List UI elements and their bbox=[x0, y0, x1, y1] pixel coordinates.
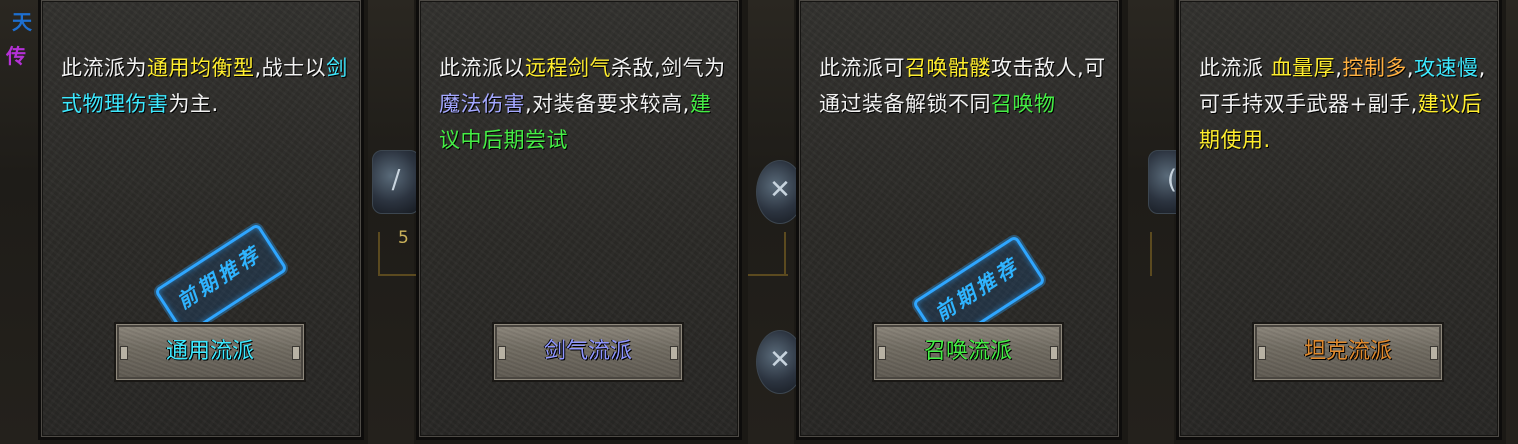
background-scene-gap-3: ( bbox=[1128, 0, 1196, 444]
button-knob-right bbox=[1050, 346, 1058, 360]
sword-qi-build-button[interactable]: 剑气流派 bbox=[492, 322, 684, 382]
description-segment: ,战士以 bbox=[254, 56, 327, 80]
button-knob-right bbox=[670, 346, 678, 360]
button-label: 坦克流派 bbox=[1303, 339, 1392, 364]
description-segment: 魔法伤害 bbox=[439, 92, 525, 116]
description-segment: 此流派为 bbox=[61, 56, 147, 80]
background-scene-gap-2: ✕ ✕ bbox=[748, 0, 804, 444]
summon-build-button[interactable]: 召唤流派 bbox=[872, 322, 1064, 382]
button-knob-left bbox=[120, 346, 128, 360]
description-segment: 此流派 bbox=[1199, 56, 1271, 80]
class-panel-sword-qi: 此流派以远程剑气杀敌,剑气为魔法伤害,对装备要求较高,建议中后期尝试 剑气流派 bbox=[416, 0, 742, 440]
background-char-1: 天 bbox=[12, 10, 32, 34]
description-segment: 通用均衡型 bbox=[147, 56, 255, 80]
frame-line bbox=[784, 232, 786, 276]
general-build-button[interactable]: 通用流派 bbox=[114, 322, 306, 382]
button-label: 通用流派 bbox=[165, 339, 254, 364]
sword-skill-icon: / bbox=[372, 150, 420, 214]
description-segment: 控制多 bbox=[1342, 56, 1407, 80]
button-knob-left bbox=[498, 346, 506, 360]
class-description: 此流派以远程剑气杀敌,剑气为魔法伤害,对装备要求较高,建议中后期尝试 bbox=[439, 50, 729, 158]
frame-line bbox=[378, 232, 380, 276]
class-description: 此流派可召唤骷髅攻击敌人,可通过装备解锁不同召唤物 bbox=[819, 50, 1109, 122]
background-scene-gap-1: / 5 bbox=[368, 0, 420, 444]
class-panel-summon: 此流派可召唤骷髅攻击敌人,可通过装备解锁不同召唤物 前期推荐 召唤流派 bbox=[796, 0, 1122, 440]
description-segment: 召唤骷髅 bbox=[905, 56, 991, 80]
description-segment: 此流派可 bbox=[819, 56, 905, 80]
class-description: 此流派为通用均衡型,战士以剑式物理伤害为主. bbox=[61, 50, 351, 122]
description-segment: ,对装备要求较高, bbox=[525, 92, 690, 116]
frame-line bbox=[748, 274, 788, 276]
tank-build-button[interactable]: 坦克流派 bbox=[1252, 322, 1444, 382]
background-number: 5 bbox=[398, 228, 409, 248]
button-label: 召唤流派 bbox=[923, 339, 1012, 364]
button-knob-right bbox=[1430, 346, 1438, 360]
description-segment: , bbox=[1406, 56, 1415, 80]
description-segment: 召唤物 bbox=[991, 92, 1056, 116]
description-segment: 此流派以 bbox=[439, 56, 525, 80]
background-char-2: 传 bbox=[6, 44, 26, 68]
description-segment: 血量厚 bbox=[1270, 56, 1336, 80]
class-panel-general: 此流派为通用均衡型,战士以剑式物理伤害为主. 前期推荐 通用流派 bbox=[38, 0, 364, 440]
description-segment: 远程剑气 bbox=[525, 56, 611, 80]
button-knob-left bbox=[1258, 346, 1266, 360]
early-recommend-stamp: 前期推荐 bbox=[153, 222, 289, 338]
description-segment: 攻速慢 bbox=[1414, 56, 1479, 80]
button-knob-right bbox=[292, 346, 300, 360]
description-segment: 杀敌,剑气为 bbox=[611, 56, 726, 80]
class-panel-tank: 此流派 血量厚,控制多,攻速慢,可手持双手武器+副手,建议后期使用. 坦克流派 bbox=[1176, 0, 1502, 440]
background-scene-left: 天 传 bbox=[0, 0, 40, 444]
description-segment: 为主. bbox=[168, 92, 219, 116]
background-scene-right bbox=[1506, 0, 1518, 444]
class-description: 此流派 血量厚,控制多,攻速慢,可手持双手武器+副手,建议后期使用. bbox=[1199, 50, 1489, 158]
frame-line bbox=[378, 274, 418, 276]
button-label: 剑气流派 bbox=[543, 339, 632, 364]
frame-line bbox=[1150, 232, 1152, 276]
button-knob-left bbox=[878, 346, 886, 360]
